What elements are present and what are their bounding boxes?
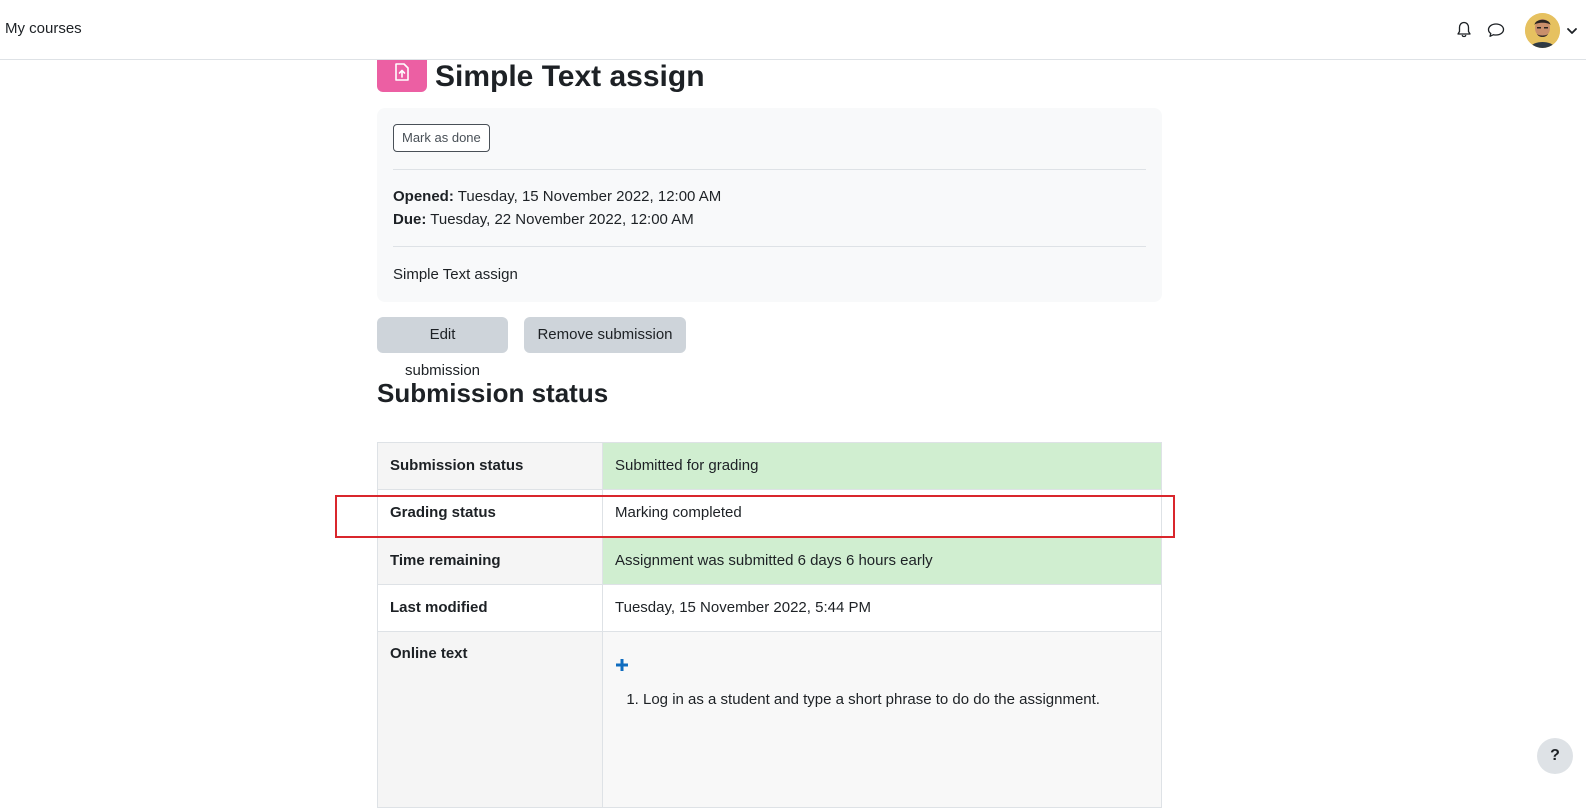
list-item: Log in as a student and type a short phr…: [643, 690, 1149, 710]
row-value: Marking completed: [602, 489, 1162, 537]
mark-as-done-button[interactable]: Mark as done: [393, 124, 490, 152]
row-value: Submitted for grading: [602, 442, 1162, 490]
table-row: Submission status Submitted for grading: [377, 442, 1162, 490]
user-avatar[interactable]: [1525, 13, 1560, 48]
submission-status-table: Submission status Submitted for grading …: [377, 442, 1162, 808]
table-row: Grading status Marking completed: [377, 489, 1162, 537]
row-label: Submission status: [377, 442, 603, 490]
table-row: Online text Log in as a student and type…: [377, 631, 1162, 808]
chat-icon[interactable]: [1486, 20, 1506, 40]
table-row: Last modified Tuesday, 15 November 2022,…: [377, 584, 1162, 632]
due-date: Due: Tuesday, 22 November 2022, 12:00 AM: [393, 210, 694, 230]
page-header: Simple Text assign: [377, 54, 1162, 106]
due-value: Tuesday, 22 November 2022, 12:00 AM: [430, 211, 694, 228]
activity-description: Simple Text assign: [393, 266, 518, 283]
opened-label: Opened:: [393, 188, 454, 205]
due-label: Due:: [393, 211, 427, 228]
row-value: Tuesday, 15 November 2022, 5:44 PM: [602, 584, 1162, 632]
expand-plus-icon[interactable]: [615, 658, 629, 672]
submission-status-heading: Submission status: [377, 378, 609, 408]
opened-date: Opened: Tuesday, 15 November 2022, 12:00…: [393, 187, 721, 207]
activity-information: Mark as done Opened: Tuesday, 15 Novembe…: [377, 108, 1162, 302]
bell-icon[interactable]: [1454, 20, 1474, 40]
divider: [393, 246, 1146, 247]
page-title: Simple Text assign: [435, 60, 705, 93]
table-row: Time remaining Assignment was submitted …: [377, 536, 1162, 585]
row-value: Assignment was submitted 6 days 6 hours …: [602, 536, 1162, 585]
row-label: Online text: [377, 631, 603, 808]
top-navbar: My courses: [0, 0, 1586, 60]
edit-submission-button[interactable]: Edit submission: [377, 317, 508, 379]
row-label: Time remaining: [377, 536, 603, 585]
nav-my-courses[interactable]: My courses: [5, 19, 82, 39]
remove-submission-button[interactable]: Remove submission: [524, 317, 686, 353]
online-text-list: Log in as a student and type a short phr…: [615, 690, 1149, 710]
divider: [393, 169, 1146, 170]
row-label: Grading status: [377, 489, 603, 537]
chevron-down-icon[interactable]: [1565, 24, 1579, 38]
row-label: Last modified: [377, 584, 603, 632]
opened-value: Tuesday, 15 November 2022, 12:00 AM: [457, 188, 722, 205]
help-button[interactable]: ?: [1537, 738, 1573, 774]
online-text-value: Log in as a student and type a short phr…: [602, 631, 1162, 808]
